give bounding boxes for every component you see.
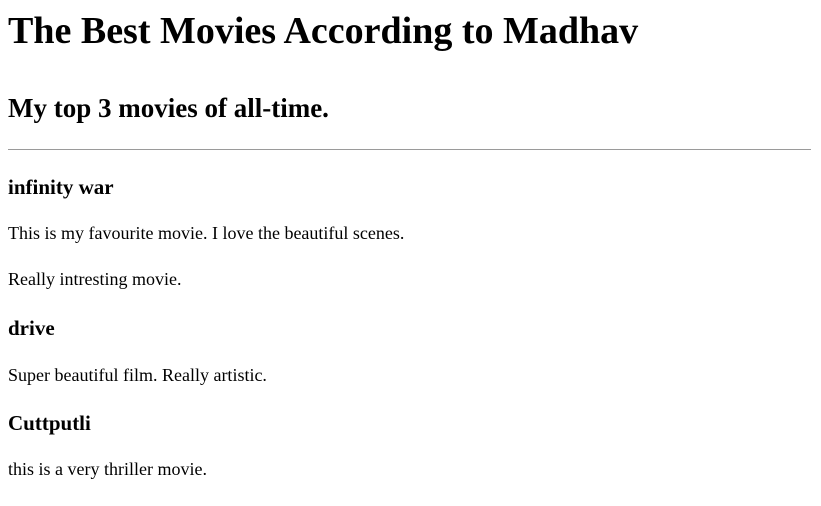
- movie-description: Super beautiful film. Really artistic.: [8, 365, 267, 385]
- movie-entry-infinity-war: infinity war This is my favourite movie.…: [8, 175, 813, 290]
- movie-entry-cuttputli: Cuttputli this is a very thriller movie.: [8, 411, 813, 480]
- page-content: The Best Movies According to Madhav My t…: [0, 0, 821, 480]
- movie-title: Cuttputli: [8, 411, 91, 435]
- movie-description: This is my favourite movie. I love the b…: [8, 223, 405, 243]
- page-subtitle: My top 3 movies of all-time.: [8, 93, 329, 123]
- divider: [8, 149, 811, 150]
- movie-entry-drive: drive Super beautiful film. Really artis…: [8, 316, 813, 386]
- movie-title: infinity war: [8, 175, 114, 199]
- movie-description: Really intresting movie.: [8, 269, 182, 289]
- page-title: The Best Movies According to Madhav: [8, 10, 639, 52]
- movie-description: this is a very thriller movie.: [8, 459, 207, 479]
- movie-title: drive: [8, 316, 55, 340]
